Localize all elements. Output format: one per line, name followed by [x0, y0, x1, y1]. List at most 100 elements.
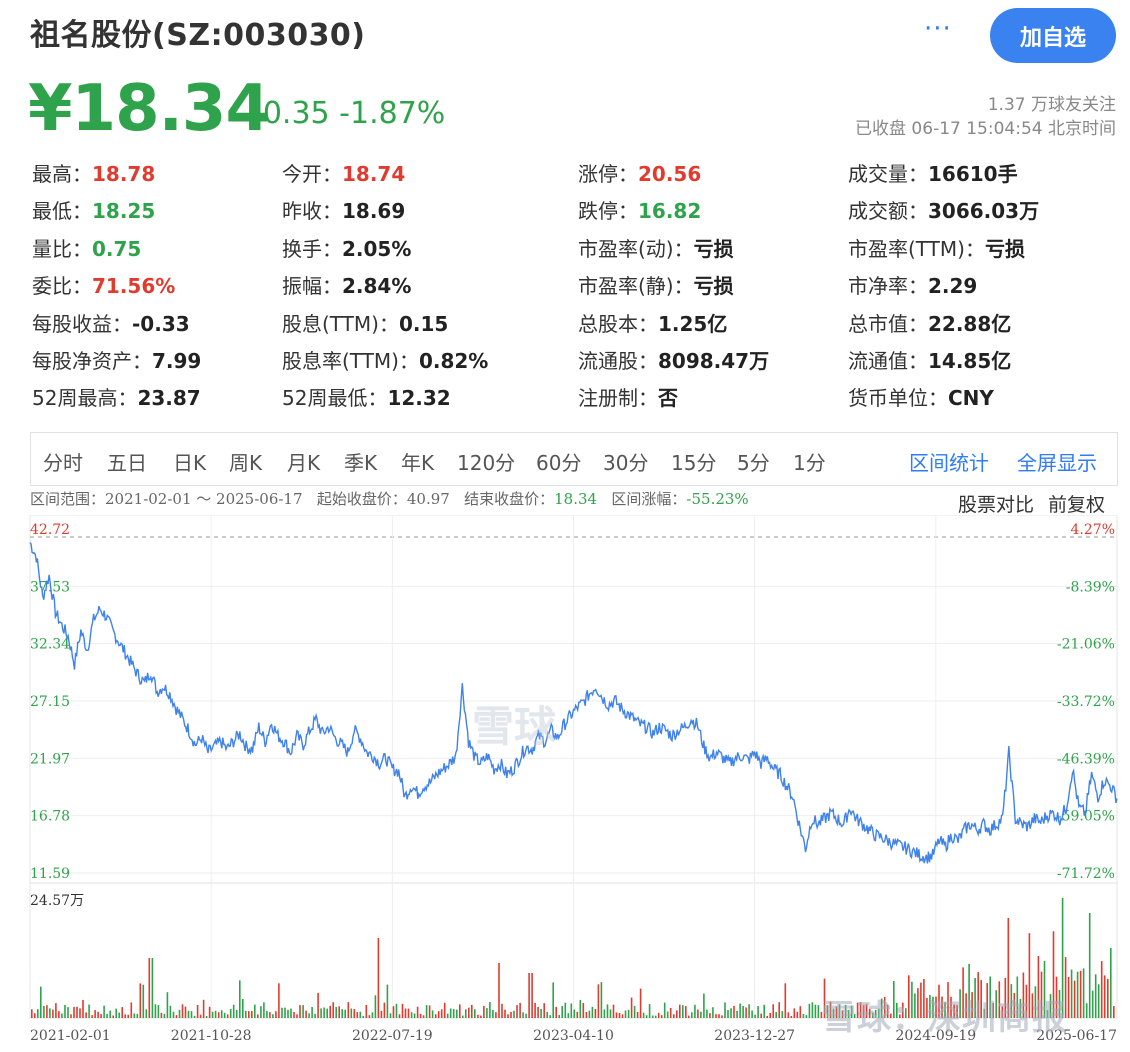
volume-bar: [106, 1013, 108, 1018]
stat-value: 0.82%: [418, 349, 489, 373]
volume-bar: [561, 1006, 563, 1018]
volume-bar: [639, 988, 642, 1018]
stat-label: 流通股：: [578, 349, 658, 373]
add-watchlist-button[interactable]: 加自选: [990, 8, 1116, 63]
volume-bar: [235, 1009, 238, 1018]
volume-bar: [82, 1000, 84, 1018]
tab-period[interactable]: 5分: [737, 447, 770, 476]
volume-bar: [175, 1015, 178, 1018]
volume-bar: [669, 1008, 672, 1018]
tab-period[interactable]: 日K: [173, 447, 206, 476]
volume-bar: [769, 1013, 771, 1018]
volume-bar: [239, 980, 241, 1018]
stat-label: 每股收益：: [32, 311, 132, 336]
range-label: 区间范围：: [30, 490, 106, 508]
stat-item: 总股本：1.25亿: [578, 308, 727, 337]
volume-bar: [112, 1015, 114, 1018]
y-tick-label: 21.97: [30, 751, 70, 767]
volume-bar: [603, 1009, 606, 1018]
volume-bar: [383, 1002, 386, 1018]
tab-period[interactable]: 周K: [229, 447, 262, 476]
volume-bar: [202, 999, 205, 1018]
volume-bar: [492, 1010, 494, 1018]
volume-bar: [94, 1010, 96, 1018]
watermark-center: 雪球: [472, 702, 557, 751]
tab-period[interactable]: 120分: [457, 447, 515, 476]
tab-action-range-stats[interactable]: 区间统计: [909, 447, 989, 476]
volume-bar: [703, 993, 705, 1018]
volume-bar: [293, 1012, 295, 1018]
stat-item: 每股净资产：7.99: [32, 345, 201, 374]
volume-bar: [654, 1015, 657, 1018]
volume-bar: [145, 1009, 148, 1018]
volume-bar: [724, 1002, 726, 1018]
volume-bar: [154, 1004, 157, 1018]
volume-bar: [323, 1007, 325, 1018]
volume-bar: [443, 1002, 446, 1018]
stat-value: 14.85亿: [928, 349, 1012, 373]
tab-period[interactable]: 1分: [793, 447, 826, 476]
tab-period[interactable]: 季K: [344, 447, 377, 476]
volume-bar: [88, 1004, 90, 1018]
volume-max-label: 24.57万: [30, 893, 84, 909]
volume-bar: [341, 1009, 343, 1018]
volume-bar: [434, 1014, 437, 1018]
volume-bar: [510, 1011, 512, 1018]
stat-label: 振幅：: [282, 274, 342, 299]
volume-bar: [555, 1006, 557, 1018]
volume-bar: [552, 982, 554, 1018]
stat-label: 市盈率(TTM)：: [848, 236, 985, 261]
stat-label: 总股本：: [578, 311, 658, 336]
volume-bar: [1097, 984, 1100, 1018]
tab-period[interactable]: 分时: [43, 447, 83, 476]
stat-item: 涨停：20.56: [578, 158, 701, 187]
volume-bar: [663, 1002, 666, 1018]
volume-bar: [31, 1009, 33, 1018]
stat-value: -0.33: [132, 311, 190, 336]
volume-bar: [109, 1010, 111, 1018]
volume-bar: [721, 1015, 723, 1018]
volume-bar: [745, 1007, 747, 1018]
volume-bar: [567, 1013, 570, 1018]
tab-period[interactable]: 30分: [603, 447, 648, 476]
adjust-price-button[interactable]: 前复权: [1048, 490, 1105, 517]
volume-bar: [579, 1000, 582, 1018]
tab-period[interactable]: 年K: [401, 447, 434, 476]
stat-value: 12.32: [387, 386, 451, 411]
volume-bar: [275, 1011, 277, 1018]
volume-bar: [754, 1014, 756, 1018]
more-options-icon[interactable]: ···: [924, 14, 952, 44]
volume-bar: [91, 1015, 93, 1018]
stat-item: 注册制：否: [578, 382, 678, 411]
y-pct-tick-label: -8.39%: [1066, 579, 1115, 595]
volume-bar: [498, 963, 500, 1018]
volume-bar: [790, 1016, 793, 1018]
stat-value: 16.82: [638, 199, 702, 224]
tab-period[interactable]: 月K: [287, 447, 320, 476]
tab-action-fullscreen[interactable]: 全屏显示: [1017, 447, 1097, 476]
volume-bar: [356, 1012, 359, 1018]
volume-bar: [612, 1004, 615, 1018]
stat-value: 0.75: [92, 236, 142, 261]
stat-value: 18.69: [342, 199, 406, 224]
stat-value: 0.15: [398, 311, 449, 336]
volume-bar: [266, 1010, 268, 1018]
volume-bar: [121, 1007, 123, 1018]
stat-item: 成交量：16610手: [848, 158, 1018, 187]
tab-period[interactable]: 五日: [107, 447, 147, 476]
volume-bar: [1088, 913, 1091, 1018]
volume-bar: [404, 1008, 407, 1018]
volume-bar: [700, 1011, 702, 1018]
volume-bar: [178, 1009, 181, 1018]
price-change: -0.35 -1.87%: [252, 96, 446, 131]
tab-period[interactable]: 15分: [671, 447, 716, 476]
volume-bar: [362, 1015, 365, 1018]
volume-bar: [290, 1008, 292, 1018]
volume-bar: [606, 1004, 609, 1018]
stat-value: 20.56: [638, 162, 702, 186]
volume-bar: [422, 1015, 425, 1018]
tab-period[interactable]: 60分: [536, 447, 581, 476]
volume-bar: [169, 1005, 172, 1018]
stock-compare-button[interactable]: 股票对比: [958, 490, 1034, 517]
price-chart[interactable]: 42.72 4.27% 37.53 -8.39% 32.34 -21.06% 27.15 -3…: [0, 515, 1130, 1052]
